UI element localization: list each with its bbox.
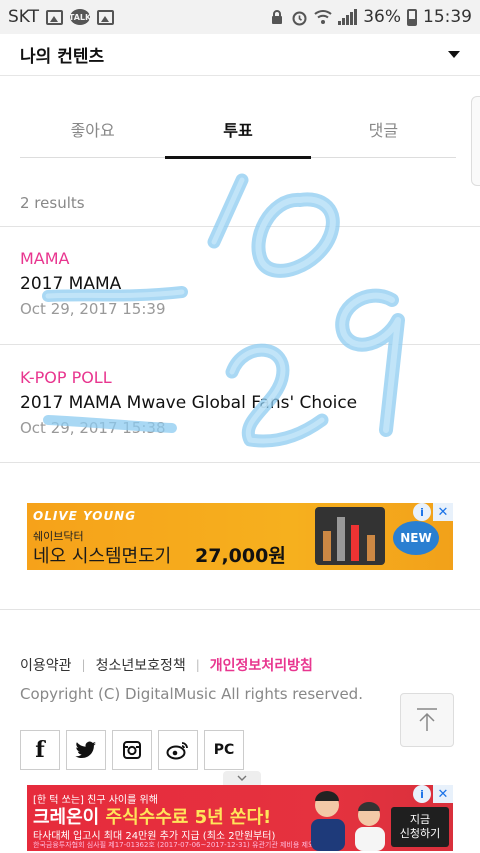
facebook-button[interactable]: f [20, 730, 60, 770]
divider [0, 609, 480, 610]
content-header[interactable]: 나의 컨텐츠 [0, 34, 480, 76]
instagram-button[interactable] [112, 730, 152, 770]
weibo-icon [166, 742, 188, 760]
item-title[interactable]: 2017 MAMA [20, 274, 460, 294]
divider [0, 462, 480, 463]
status-bar: SKT TALK 36% 15:39 [0, 0, 480, 34]
ad-close-icon[interactable]: ✕ [433, 785, 453, 803]
status-bar-right: 36% 15:39 [269, 7, 472, 27]
page-title: 나의 컨텐츠 [20, 47, 105, 67]
twitter-icon [75, 741, 96, 759]
list-item[interactable]: MAMA 2017 MAMA Oct 29, 2017 15:39 [20, 249, 460, 318]
tab-likes[interactable]: 좋아요 [20, 100, 165, 157]
carrier-label: SKT [8, 7, 40, 27]
collapse-ad-handle[interactable] [223, 771, 261, 785]
lock-icon [272, 10, 283, 24]
link-separator: | [81, 658, 86, 672]
signal-strength-icon [338, 9, 358, 25]
ad-people-illustration [311, 791, 385, 851]
side-panel-handle[interactable] [471, 96, 480, 186]
pc-version-button[interactable]: PC [204, 730, 244, 770]
image-notification-icon [46, 9, 64, 25]
facebook-icon: f [35, 737, 45, 763]
item-date: Oct 29, 2017 15:38 [20, 419, 166, 437]
results-count: 2 results [20, 194, 85, 212]
ad-headline-brand: 크레온이 [33, 807, 106, 828]
ad-brand: OLIVE YOUNG [33, 509, 137, 523]
chevron-down-icon [237, 775, 247, 781]
divider [0, 344, 480, 345]
item-date: Oct 29, 2017 15:39 [20, 300, 166, 318]
apply-now-button[interactable]: 지금 신청하기 [391, 807, 449, 847]
ad-disclaimer: 한국금융투자협회 심사필 제17-01362호 (2017-07-06~2017… [33, 841, 315, 849]
wifi-icon [314, 10, 332, 24]
new-badge: NEW [393, 521, 439, 555]
item-category: MAMA [20, 249, 70, 268]
youth-policy-link[interactable]: 청소년보호정책 [96, 655, 186, 675]
item-title[interactable]: 2017 MAMA Mwave Global Fans' Choice [20, 393, 460, 413]
scroll-to-top-button[interactable] [400, 693, 454, 747]
banner-ad-oliveyoung[interactable]: OLIVE YOUNG 쉐이브닥터 네오 시스템면도기 27,000원 NEW … [27, 503, 453, 570]
dropdown-caret-icon[interactable] [448, 51, 460, 58]
ad-headline-offer: 주식수수료 5년 쏜다! [105, 807, 272, 828]
divider [0, 226, 480, 227]
pc-label: PC [213, 742, 235, 758]
weibo-button[interactable] [158, 730, 198, 770]
shaver-product-image [315, 507, 385, 565]
copyright-text: Copyright (C) DigitalMusic All rights re… [20, 685, 363, 703]
content-tabs: 좋아요 투표 댓글 [20, 100, 456, 159]
social-share-bar: f PC [20, 730, 244, 770]
kakaotalk-notification-icon: TALK [69, 9, 91, 25]
terms-link[interactable]: 이용약관 [20, 655, 72, 675]
alarm-icon [292, 11, 307, 25]
battery-icon [407, 8, 417, 26]
link-separator: | [195, 658, 200, 672]
list-item[interactable]: K-POP POLL 2017 MAMA Mwave Global Fans' … [20, 368, 460, 437]
privacy-policy-link[interactable]: 개인정보처리방침 [210, 655, 313, 675]
arrow-up-icon [417, 708, 437, 731]
battery-percent: 36% [363, 7, 401, 27]
gallery-notification-icon [97, 9, 115, 25]
tab-votes[interactable]: 투표 [165, 100, 311, 159]
item-category: K-POP POLL [20, 368, 112, 387]
clock: 15:39 [423, 7, 472, 27]
footer-links: 이용약관 | 청소년보호정책 | 개인정보처리방침 [20, 655, 313, 675]
banner-ad-creon[interactable]: [한 턱 쏘는] 친구 사이를 위해 크레온이 주식수수료 5년 쏜다! 타사대… [27, 785, 453, 851]
ad-close-icon[interactable]: ✕ [433, 503, 453, 521]
instagram-icon [123, 741, 141, 759]
ad-info-icon[interactable]: i [413, 503, 431, 521]
twitter-button[interactable] [66, 730, 106, 770]
ad-price: 27,000원 [195, 545, 286, 567]
status-bar-left: SKT TALK [8, 7, 115, 27]
ad-info-icon[interactable]: i [413, 785, 431, 803]
tab-comments[interactable]: 댓글 [311, 100, 456, 157]
ad-headline: 네오 시스템면도기 [33, 546, 172, 567]
ad-headline: 크레온이 주식수수료 5년 쏜다! [33, 803, 271, 829]
